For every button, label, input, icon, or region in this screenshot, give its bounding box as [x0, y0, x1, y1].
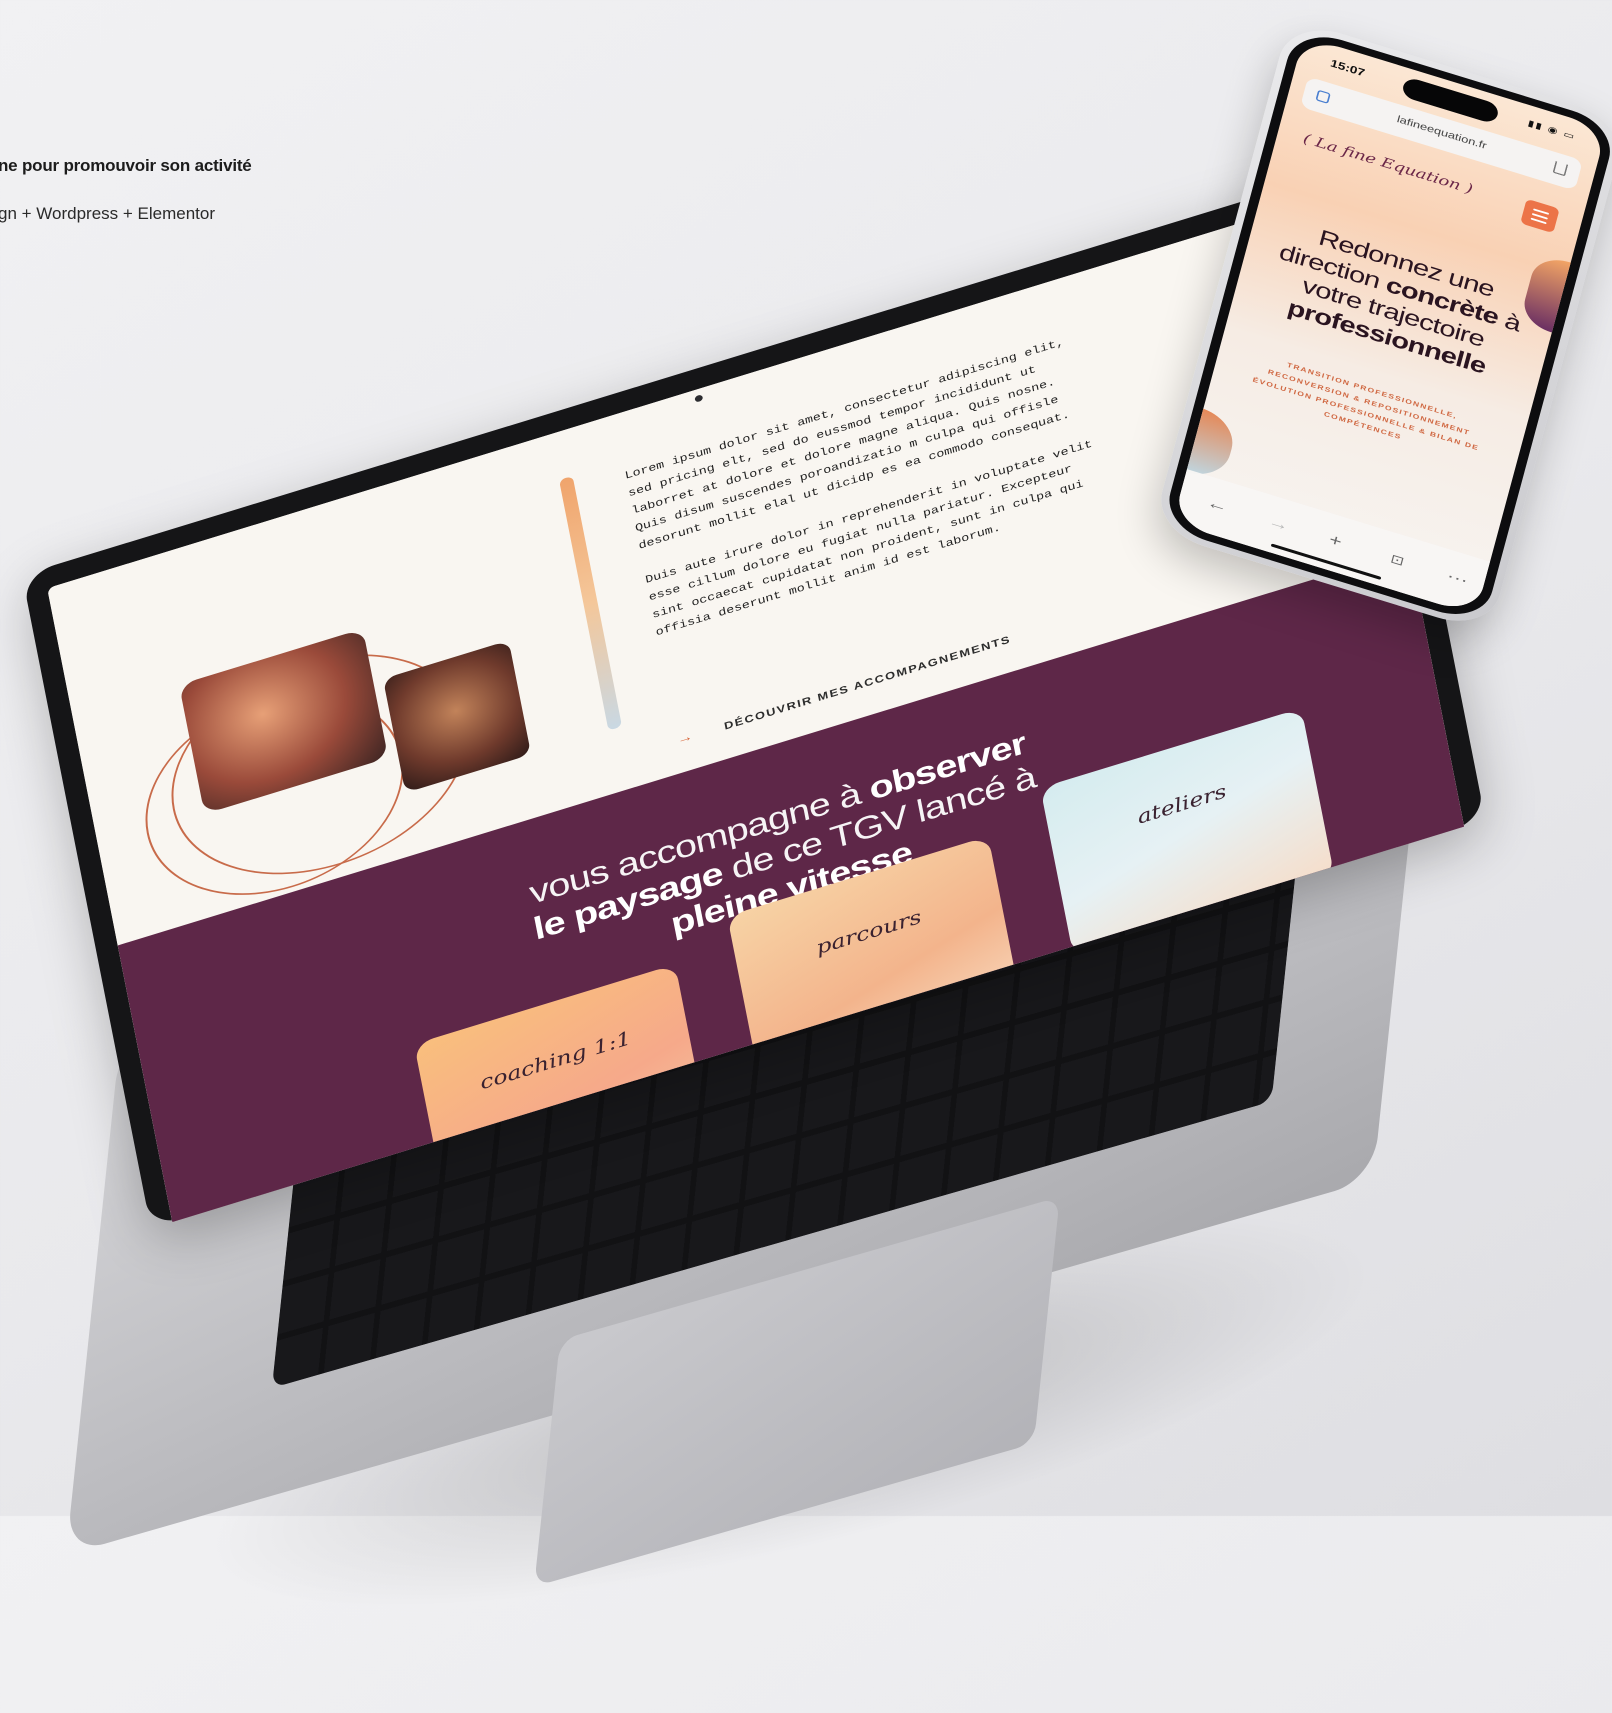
tabs-icon[interactable]: ⊡ [1389, 551, 1406, 570]
phone-bezel: 15:07 ▮▮ ◉ ▭ lafineequation.fr ( La fine… [1161, 26, 1612, 626]
plus-icon[interactable]: + [1327, 530, 1344, 552]
hamburger-menu-button[interactable] [1520, 198, 1560, 234]
hero-line: à [1494, 305, 1524, 337]
decorative-portrait [1175, 405, 1240, 484]
back-icon[interactable]: ← [1205, 492, 1230, 516]
phone-screen: 15:07 ▮▮ ◉ ▭ lafineequation.fr ( La fine… [1172, 36, 1607, 616]
forward-icon[interactable]: → [1266, 511, 1291, 535]
status-time: 15:07 [1329, 57, 1367, 79]
more-icon[interactable]: ··· [1445, 566, 1470, 590]
caption-subtitle: gn + Wordpress + Elementor [0, 204, 216, 223]
gradient-accent-bar [559, 475, 623, 731]
arrow-right-icon: → [675, 729, 696, 748]
phone-mockup: 15:07 ▮▮ ◉ ▭ lafineequation.fr ( La fine… [1151, 18, 1612, 634]
camera-dot [694, 394, 704, 403]
signal-wifi-battery-icon: ▮▮ ◉ ▭ [1526, 117, 1577, 142]
caption-title: ne pour promouvoir son activité [0, 156, 252, 175]
about-text: Lorem ipsum dolor sit amet, consectetur … [623, 329, 1115, 659]
